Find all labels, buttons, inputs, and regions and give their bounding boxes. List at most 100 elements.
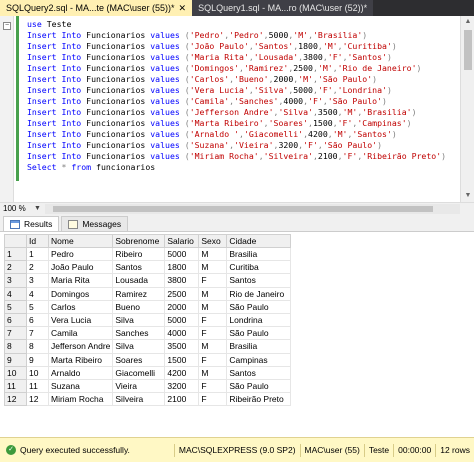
grid-cell[interactable]: Londrina	[226, 312, 292, 328]
grid-cell[interactable]: Arnaldo	[47, 365, 114, 380]
grid-cell[interactable]: Domingos	[47, 286, 114, 301]
grid-cell[interactable]: Maria Rita	[47, 273, 114, 288]
grid-cell[interactable]: Ribeirão Preto	[226, 392, 292, 407]
grid-cell[interactable]: Pedro	[47, 246, 114, 262]
grid-cell[interactable]: Campinas	[226, 352, 292, 367]
table-row[interactable]: 3 3 Maria Rita Lousada 3800 F Santos	[4, 273, 292, 288]
grid-cell[interactable]: 2500	[164, 286, 200, 301]
grid-cell[interactable]: Ribeiro	[112, 246, 166, 262]
grid-cell[interactable]: 8	[26, 339, 49, 354]
row-number[interactable]: 10	[4, 365, 27, 380]
table-row[interactable]: 5 5 Carlos Bueno 2000 M São Paulo	[4, 299, 292, 314]
grid-cell[interactable]: M	[198, 299, 228, 314]
grid-cell[interactable]: Lousada	[112, 273, 166, 288]
grid-cell[interactable]: Marta Ribeiro	[47, 352, 114, 367]
grid-cell[interactable]: 1800	[164, 260, 200, 275]
column-header[interactable]: Sobrenome	[112, 234, 166, 248]
column-header[interactable]: Sexo	[198, 234, 228, 248]
grid-cell[interactable]: 5000	[164, 312, 200, 328]
grid-cell[interactable]: M	[198, 365, 228, 380]
grid-cell[interactable]: Brasilia	[226, 339, 292, 354]
grid-cell[interactable]: Vera Lucia	[47, 312, 114, 328]
grid-cell[interactable]: João Paulo	[47, 260, 114, 275]
grid-cell[interactable]: Curitiba	[226, 260, 292, 275]
table-row[interactable]: 12 12 Miriam Rocha Silveira 2100 F Ribeirão Pr…	[4, 392, 292, 407]
grid-cell[interactable]: Silva	[112, 339, 166, 354]
grid-cell[interactable]: 2	[26, 260, 49, 275]
grid-cell[interactable]: Rio de Janeiro	[226, 286, 292, 301]
grid-cell[interactable]: Ramirez	[112, 286, 166, 301]
grid-cell[interactable]: Santos	[226, 365, 292, 380]
grid-cell[interactable]: 2000	[164, 299, 200, 314]
grid-cell[interactable]: 12	[26, 392, 49, 407]
grid-cell[interactable]: F	[198, 326, 228, 341]
grid-cell[interactable]: 10	[26, 365, 49, 380]
close-icon[interactable]: ✕	[179, 3, 187, 14]
row-number[interactable]: 3	[4, 273, 27, 288]
grid-cell[interactable]: Camila	[47, 326, 114, 341]
grid-cell[interactable]: 4200	[164, 365, 200, 380]
vertical-scrollbar[interactable]: ▲ ▼	[460, 16, 474, 202]
row-number[interactable]: 5	[4, 299, 27, 314]
grid-cell[interactable]: Soares	[112, 352, 166, 367]
grid-cell[interactable]: 6	[26, 312, 49, 328]
sql-code[interactable]: use Teste Insert Into Funcionarios values…	[27, 19, 446, 173]
row-number[interactable]: 9	[4, 352, 27, 367]
row-number[interactable]: 11	[4, 378, 27, 394]
grid-cell[interactable]: M	[198, 260, 228, 275]
grid-cell[interactable]: 5	[26, 299, 49, 314]
tab-sqlquery1[interactable]: SQLQuery1.sql - MA...ro (MAC\user (52))*	[192, 0, 374, 16]
row-number[interactable]: 6	[4, 312, 27, 328]
table-row[interactable]: 6 6 Vera Lucia Silva 5000 F Londrina	[4, 312, 292, 328]
grid-cell[interactable]: Jefferson Andre	[47, 339, 114, 354]
row-number[interactable]: 12	[4, 392, 27, 407]
table-row[interactable]: 4 4 Domingos Ramirez 2500 M Rio de Janeiro	[4, 286, 292, 301]
grid-cell[interactable]: Suzana	[47, 378, 114, 394]
tab-messages[interactable]: Messages	[61, 216, 129, 231]
grid-cell[interactable]: 3200	[164, 378, 200, 394]
grid-cell[interactable]: Miriam Rocha	[47, 392, 114, 407]
grid-cell[interactable]: 5000	[164, 246, 200, 262]
grid-cell[interactable]: M	[198, 246, 228, 262]
grid-cell[interactable]: Brasilia	[226, 246, 292, 262]
grid-cell[interactable]: São Paulo	[226, 299, 292, 314]
column-header[interactable]: Cidade	[226, 234, 292, 248]
column-header[interactable]: Id	[26, 234, 49, 248]
scroll-up-icon[interactable]: ▲	[461, 16, 474, 28]
row-number-header[interactable]	[4, 234, 27, 248]
horizontal-scrollbar[interactable]	[44, 203, 460, 214]
grid-cell[interactable]: 1500	[164, 352, 200, 367]
grid-cell[interactable]: 9	[26, 352, 49, 367]
row-number[interactable]: 2	[4, 260, 27, 275]
row-number[interactable]: 4	[4, 286, 27, 301]
row-number[interactable]: 1	[4, 246, 27, 262]
row-number[interactable]: 7	[4, 326, 27, 341]
grid-cell[interactable]: F	[198, 378, 228, 394]
grid-cell[interactable]: Santos	[112, 260, 166, 275]
grid-cell[interactable]: M	[198, 286, 228, 301]
grid-cell[interactable]: Santos	[226, 273, 292, 288]
grid-cell[interactable]: M	[198, 339, 228, 354]
grid-cell[interactable]: 4	[26, 286, 49, 301]
grid-cell[interactable]: 3500	[164, 339, 200, 354]
grid-cell[interactable]: São Paulo	[226, 378, 292, 394]
grid-cell[interactable]: Carlos	[47, 299, 114, 314]
grid-cell[interactable]: Sanches	[112, 326, 166, 341]
table-row[interactable]: 1 1 Pedro Ribeiro 5000 M Brasilia	[4, 246, 292, 262]
column-header[interactable]: Salario	[164, 234, 200, 248]
grid-cell[interactable]: F	[198, 312, 228, 328]
collapse-icon[interactable]: −	[3, 22, 11, 30]
tab-sqlquery2[interactable]: SQLQuery2.sql - MA...te (MAC\user (55))*…	[0, 0, 193, 16]
grid-cell[interactable]: 3	[26, 273, 49, 288]
row-number[interactable]: 8	[4, 339, 27, 354]
zoom-dropdown-icon[interactable]: ▼	[34, 205, 41, 212]
column-header[interactable]: Nome	[47, 234, 114, 248]
grid-cell[interactable]: 7	[26, 326, 49, 341]
grid-cell[interactable]: 1	[26, 246, 49, 262]
table-row[interactable]: 7 7 Camila Sanches 4000 F São Paulo	[4, 326, 292, 341]
grid-cell[interactable]: Giacomelli	[112, 365, 166, 380]
table-row[interactable]: 10 10 Arnaldo Giacomelli 4200 M Santos	[4, 365, 292, 380]
grid-cell[interactable]: Bueno	[112, 299, 166, 314]
zoom-level[interactable]: 100 %	[0, 204, 34, 213]
grid-cell[interactable]: Vieira	[112, 378, 166, 394]
